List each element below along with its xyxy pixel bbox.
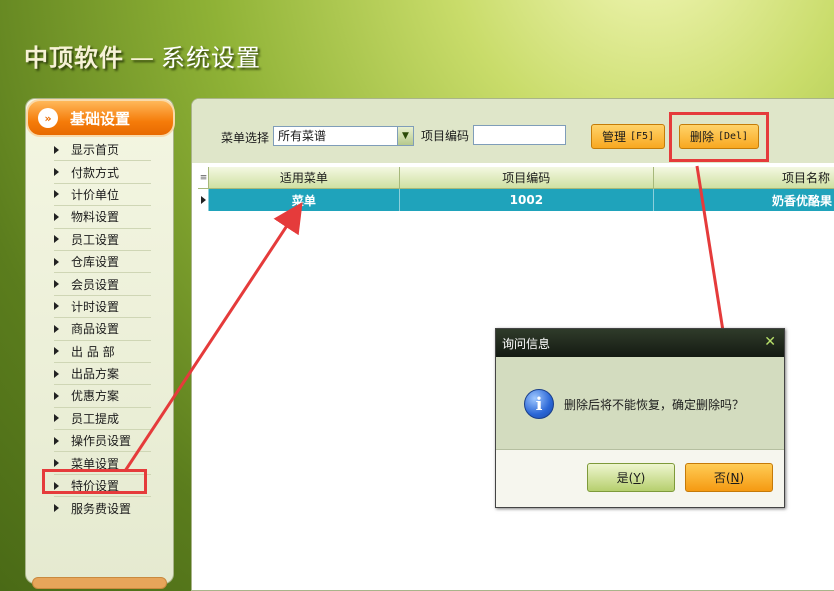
sidebar-item-members[interactable]: 会员设置 bbox=[54, 273, 151, 296]
annotation-box-delete bbox=[669, 112, 769, 162]
data-grid: ≡ 适用菜单 项目编码 项目名称 菜单 1002 奶香优酪果 bbox=[198, 167, 834, 211]
column-header-code[interactable]: 项目编码 bbox=[400, 167, 654, 188]
yes-paren: ) bbox=[640, 470, 646, 485]
yes-hotkey: Y bbox=[633, 470, 641, 485]
menu-select-value: 所有菜谱 bbox=[278, 129, 327, 143]
dialog-titlebar[interactable]: 询问信息 ✕ bbox=[496, 329, 784, 357]
sidebar-item-materials[interactable]: 物料设置 bbox=[54, 206, 151, 229]
cell-code[interactable]: 1002 bbox=[400, 189, 654, 211]
info-icon: i bbox=[524, 389, 554, 419]
title-separator: — bbox=[130, 44, 155, 72]
sidebar-header-label: 基础设置 bbox=[70, 109, 131, 128]
triangle-right-icon bbox=[54, 324, 59, 333]
sidebar-item-home[interactable]: 显示首页 bbox=[54, 139, 151, 162]
page-title: 系统设置 bbox=[161, 44, 261, 72]
sidebar-item-label: 服务费设置 bbox=[71, 501, 132, 516]
sidebar-item-label: 员工设置 bbox=[71, 232, 120, 247]
brand-name: 中顶软件 bbox=[24, 44, 124, 72]
sidebar-item-output-dept[interactable]: 出 品 部 bbox=[54, 341, 151, 363]
cell-name[interactable]: 奶香优酪果 bbox=[654, 189, 834, 211]
sidebar-item-operators[interactable]: 操作员设置 bbox=[54, 430, 151, 453]
dialog-message: 删除后将不能恢复，确定删除吗？ bbox=[564, 398, 745, 412]
triangle-right-icon bbox=[54, 369, 59, 378]
current-row-icon bbox=[201, 196, 206, 204]
sidebar-item-label: 商品设置 bbox=[71, 322, 120, 337]
sidebar-item-label: 优惠方案 bbox=[71, 389, 120, 404]
triangle-right-icon bbox=[54, 391, 59, 400]
triangle-right-icon bbox=[54, 235, 59, 244]
double-chevron-right-icon: » bbox=[38, 108, 58, 128]
menu-select[interactable]: 所有菜谱 ▼ bbox=[273, 126, 414, 146]
sidebar-item-warehouse[interactable]: 仓库设置 bbox=[54, 251, 151, 274]
triangle-right-icon bbox=[54, 504, 59, 513]
no-hotkey: N bbox=[730, 470, 740, 485]
dialog-title: 询问信息 bbox=[502, 336, 551, 351]
chevron-down-icon[interactable]: ▼ bbox=[397, 127, 413, 145]
triangle-right-icon bbox=[54, 190, 59, 199]
sidebar-item-label: 会员设置 bbox=[71, 277, 120, 292]
no-button[interactable]: 否(N) bbox=[685, 463, 773, 492]
sidebar-item-label: 计时设置 bbox=[71, 299, 120, 314]
sidebar-item-discount[interactable]: 优惠方案 bbox=[54, 385, 151, 408]
close-icon[interactable]: ✕ bbox=[764, 334, 776, 350]
sidebar-item-output-plan[interactable]: 出品方案 bbox=[54, 363, 151, 386]
sidebar-item-products[interactable]: 商品设置 bbox=[54, 318, 151, 341]
app-title: 中顶软件 — 系统设置 bbox=[24, 38, 261, 73]
sidebar-item-units[interactable]: 计价单位 bbox=[54, 184, 151, 207]
sidebar-item-label: 付款方式 bbox=[71, 165, 120, 180]
sidebar-item-label: 显示首页 bbox=[71, 143, 120, 158]
triangle-right-icon bbox=[54, 168, 59, 177]
triangle-right-icon bbox=[54, 436, 59, 445]
sidebar-menu: 显示首页 付款方式 计价单位 物料设置 员工设置 仓库设置 会员设置 计时设置 … bbox=[26, 139, 175, 520]
sidebar-item-commission[interactable]: 员工提成 bbox=[54, 408, 151, 431]
sidebar-item-payment[interactable]: 付款方式 bbox=[54, 161, 151, 184]
column-header-name[interactable]: 项目名称 bbox=[654, 167, 834, 188]
yes-label: 是( bbox=[616, 471, 634, 485]
sidebar-collapsed-group[interactable] bbox=[32, 577, 167, 589]
sidebar-header[interactable]: » 基础设置 bbox=[26, 99, 175, 137]
sidebar: » 基础设置 显示首页 付款方式 计价单位 物料设置 员工设置 仓库设置 会员设… bbox=[25, 98, 175, 589]
grid-header: ≡ 适用菜单 项目编码 项目名称 bbox=[198, 167, 834, 189]
item-code-label: 项目编码 bbox=[421, 129, 470, 143]
sidebar-item-timing[interactable]: 计时设置 bbox=[54, 296, 151, 319]
sidebar-item-label: 计价单位 bbox=[71, 187, 120, 202]
annotation-box-special-price bbox=[42, 469, 147, 494]
column-chooser-icon: ≡ bbox=[199, 172, 208, 183]
table-row[interactable]: 菜单 1002 奶香优酪果 bbox=[198, 189, 834, 211]
triangle-right-icon bbox=[54, 145, 59, 154]
no-label: 否( bbox=[713, 471, 731, 485]
triangle-right-icon bbox=[54, 459, 59, 468]
menu-select-label: 菜单选择 bbox=[221, 131, 270, 145]
cell-menu[interactable]: 菜单 bbox=[209, 189, 400, 211]
row-indicator bbox=[198, 189, 209, 211]
triangle-right-icon bbox=[54, 212, 59, 221]
manage-shortcut: [F5] bbox=[629, 131, 655, 142]
sidebar-item-service-fee[interactable]: 服务费设置 bbox=[54, 497, 151, 519]
dialog-body: i 删除后将不能恢复，确定删除吗？ bbox=[496, 357, 784, 450]
no-paren: ) bbox=[739, 470, 745, 485]
manage-button[interactable]: 管理 [F5] bbox=[591, 124, 665, 149]
sidebar-item-label: 仓库设置 bbox=[71, 255, 120, 270]
triangle-right-icon bbox=[54, 414, 59, 423]
sidebar-item-label: 操作员设置 bbox=[71, 434, 132, 449]
manage-button-label: 管理 bbox=[601, 130, 626, 144]
sidebar-item-label: 员工提成 bbox=[71, 411, 120, 426]
triangle-right-icon bbox=[54, 257, 59, 266]
yes-button[interactable]: 是(Y) bbox=[587, 463, 675, 492]
triangle-right-icon bbox=[54, 347, 59, 356]
triangle-right-icon bbox=[54, 280, 59, 289]
item-code-input[interactable] bbox=[473, 125, 566, 145]
confirm-dialog: 询问信息 ✕ i 删除后将不能恢复，确定删除吗？ 是(Y) 否(N) bbox=[495, 328, 785, 508]
sidebar-item-staff[interactable]: 员工设置 bbox=[54, 229, 151, 251]
sidebar-item-label: 出 品 部 bbox=[71, 344, 115, 359]
sidebar-item-label: 物料设置 bbox=[71, 210, 120, 225]
row-indicator-header[interactable]: ≡ bbox=[198, 167, 209, 188]
sidebar-item-label: 出品方案 bbox=[71, 367, 120, 382]
column-header-menu[interactable]: 适用菜单 bbox=[209, 167, 400, 188]
triangle-right-icon bbox=[54, 302, 59, 311]
